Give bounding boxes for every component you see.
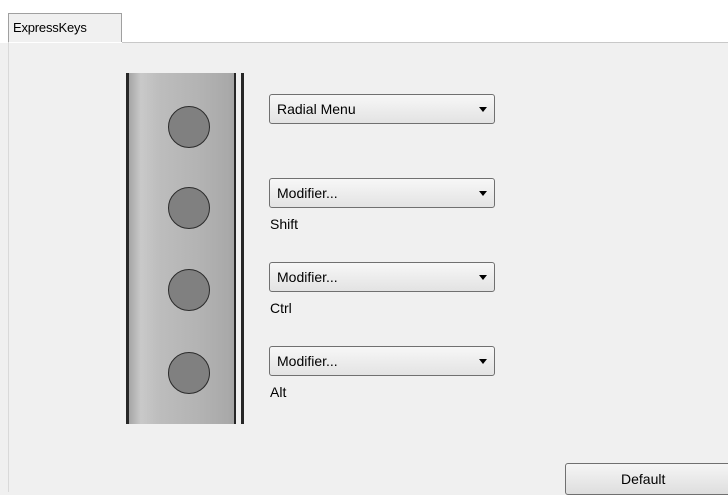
express-key-3-modifier-label: Ctrl — [270, 300, 292, 316]
express-key-3-icon[interactable] — [168, 269, 210, 311]
express-key-1-function-value: Radial Menu — [277, 101, 356, 117]
panel-left-border — [8, 42, 9, 492]
express-key-4-function-select[interactable]: Modifier... — [269, 346, 495, 376]
express-key-2-modifier-label: Shift — [270, 216, 299, 232]
express-key-3-function-value: Modifier... — [277, 269, 338, 285]
express-key-1-function-select[interactable]: Radial Menu — [269, 94, 495, 124]
chevron-down-icon — [479, 191, 487, 196]
express-key-2-function-select[interactable]: Modifier... — [269, 178, 495, 208]
express-key-1-icon[interactable] — [168, 106, 210, 148]
chevron-down-icon — [479, 359, 487, 364]
tab-expresskeys-label: ExpressKeys — [13, 20, 87, 35]
default-button-label: Default — [621, 471, 666, 487]
express-key-2-function-value: Modifier... — [277, 185, 338, 201]
express-key-4-function-value: Modifier... — [277, 353, 338, 369]
express-key-4-icon[interactable] — [168, 352, 210, 394]
chevron-down-icon — [479, 275, 487, 280]
chevron-down-icon — [479, 107, 487, 112]
tablet-expresskeys-strip — [126, 73, 244, 424]
express-key-3-function-select[interactable]: Modifier... — [269, 262, 495, 292]
tab-expresskeys[interactable]: ExpressKeys — [8, 13, 122, 42]
express-key-4-modifier-label: Alt — [270, 384, 287, 400]
express-key-2-icon[interactable] — [168, 187, 210, 229]
panel-top-border — [122, 42, 728, 43]
default-button[interactable]: Default — [565, 463, 728, 495]
